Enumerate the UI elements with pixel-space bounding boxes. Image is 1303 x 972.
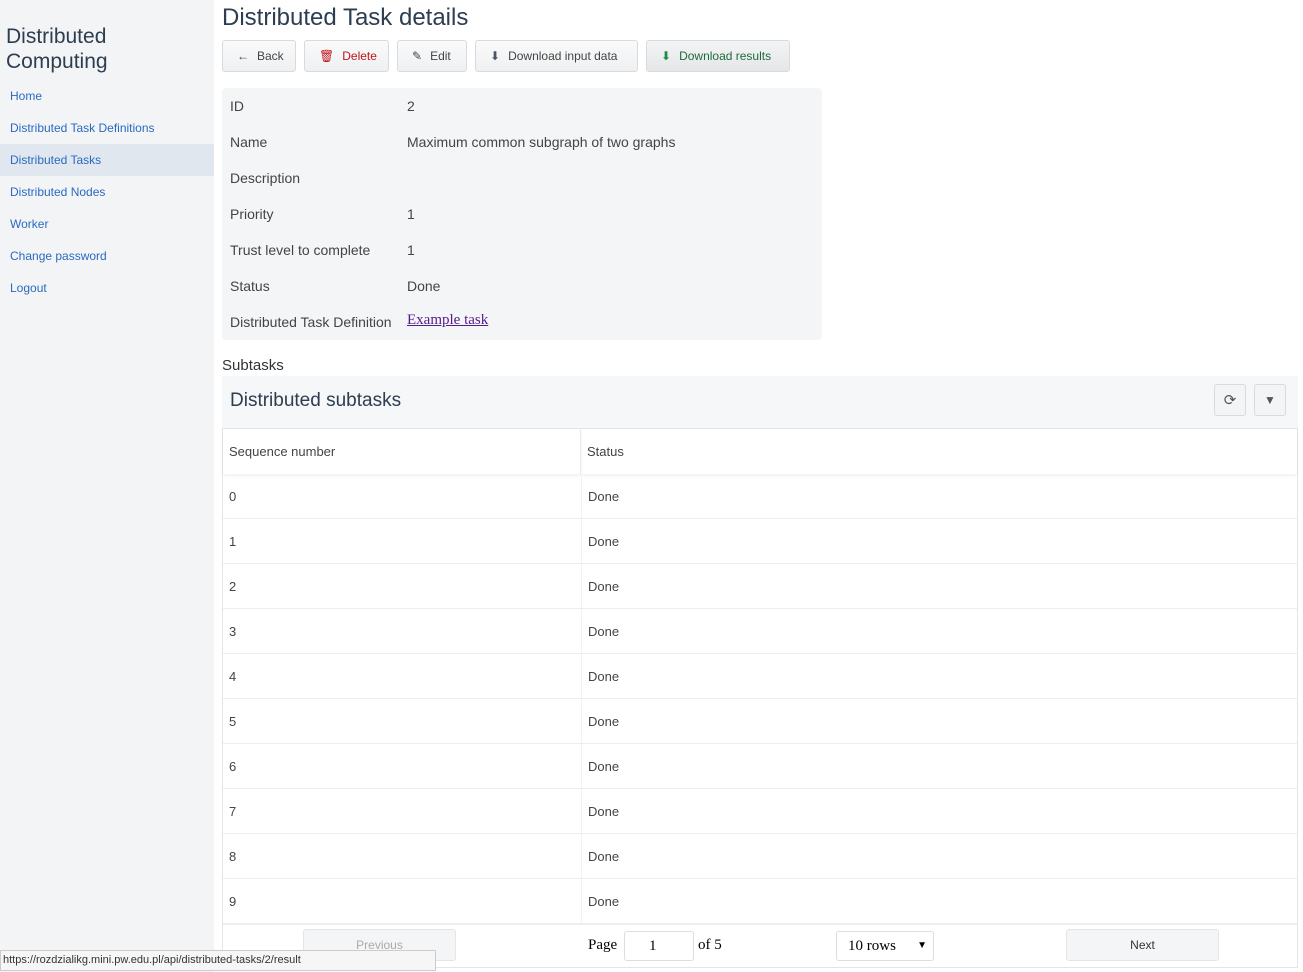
download-input-label: Download input data [508,49,618,63]
table-row[interactable]: 1 Done [223,519,1297,564]
status-bar-url: https://rozdzialikg.mini.pw.edu.pl/api/d… [0,950,436,971]
detail-row-status: Status Done [230,278,440,294]
cell-status: Done [581,564,619,608]
cell-sequence: 9 [229,894,237,909]
sidebar-item-task-definitions[interactable]: Distributed Task Definitions [0,112,214,144]
table-row[interactable]: 4 Done [223,654,1297,699]
page-label: Page [588,937,618,953]
cell-sequence: 4 [229,669,237,684]
table-row[interactable]: 6 Done [223,744,1297,789]
trash-icon: 🗑 [319,49,335,63]
panel-title: Distributed subtasks [230,390,402,411]
sidebar: Distributed Computing Home Distributed T… [0,0,214,972]
filter-button[interactable]: ▼ [1254,384,1286,416]
arrow-left-icon: ← [237,49,249,63]
sidebar-item-worker[interactable]: Worker [0,208,214,240]
table-row[interactable]: 2 Done [223,564,1297,609]
edit-button[interactable]: ✎ Edit [397,40,467,72]
edit-label: Edit [430,49,451,63]
download-input-button[interactable]: ⬇ Download input data [475,40,638,72]
cell-status: Done [581,879,619,923]
refresh-icon: ⟳ [1223,392,1237,409]
cell-status: Done [581,474,619,518]
page-count: of 5 [698,937,722,953]
detail-label: ID [230,98,244,114]
sidebar-item-change-password[interactable]: Change password [0,240,214,272]
table-row[interactable]: 8 Done [223,834,1297,879]
cell-sequence: 0 [229,489,237,504]
download-results-label: Download results [679,49,772,63]
detail-label: Description [230,170,301,186]
page-input[interactable]: 1 [624,931,694,961]
cell-status: Done [581,744,619,788]
cell-status: Done [581,609,619,653]
cell-sequence: 2 [229,579,237,594]
subtasks-label: Subtasks [222,357,284,374]
refresh-button[interactable]: ⟳ [1214,384,1246,416]
sidebar-item-logout[interactable]: Logout [0,272,214,304]
delete-label: Delete [342,49,377,63]
detail-label: Distributed Task Definition [230,314,392,330]
download-circle-icon: ⬇ [661,49,672,63]
table-row[interactable]: 9 Done [223,879,1297,924]
task-details: ID 2 Name Maximum common subgraph of two g… [222,88,822,340]
cell-sequence: 3 [229,624,237,639]
table-row[interactable]: 7 Done [223,789,1297,834]
rows-select[interactable]: 10 rows ▼ [836,931,934,961]
detail-label: Status [230,278,270,294]
page-title: Distributed Task details [222,4,469,31]
cell-sequence: 5 [229,714,237,729]
back-button[interactable]: ← Back [222,40,296,72]
delete-button[interactable]: 🗑 Delete [304,40,389,72]
cell-sequence: 1 [229,534,237,549]
detail-row-task-definition: Distributed Task Definition Example task [230,312,488,330]
detail-row-name: Name Maximum common subgraph of two graph… [230,134,675,150]
table-row[interactable]: 0 Done [223,474,1297,519]
caret-down-icon: ▼ [917,940,927,951]
cell-sequence: 8 [229,849,237,864]
detail-value: 1 [407,206,415,222]
detail-label: Priority [230,206,274,222]
cell-status: Done [581,654,619,698]
table-row[interactable]: 3 Done [223,609,1297,654]
rows-select-value: 10 rows [848,938,896,954]
cell-status: Done [581,789,619,833]
detail-label: Trust level to complete [230,242,371,258]
detail-value: 2 [407,98,415,114]
detail-label: Name [230,134,268,150]
detail-value: Done [407,278,441,294]
detail-row-id: ID 2 [230,98,415,114]
cell-sequence: 6 [229,759,237,774]
subtasks-table: Sequence number Status 0 Done 1 Done 2 Done 3 D… [222,428,1298,968]
next-button[interactable]: Next [1066,929,1219,961]
detail-value: 1 [407,242,415,258]
cell-status: Done [581,699,619,743]
column-header-status[interactable]: Status [581,429,1297,474]
detail-value: Maximum common subgraph of two graphs [407,134,676,150]
cell-status: Done [581,834,619,878]
task-definition-link[interactable]: Example task [407,312,488,329]
pencil-icon: ✎ [412,49,423,63]
cell-sequence: 7 [229,804,237,819]
sidebar-item-distributed-tasks[interactable]: Distributed Tasks [0,144,214,176]
filter-icon: ▼ [1264,393,1276,407]
sidebar-item-home[interactable]: Home [0,80,214,112]
cell-status: Done [581,519,619,563]
back-label: Back [257,49,284,63]
detail-row-priority: Priority 1 [230,206,415,222]
sidebar-item-distributed-nodes[interactable]: Distributed Nodes [0,176,214,208]
brand-title: Distributed Computing [6,25,108,73]
table-row[interactable]: 5 Done [223,699,1297,744]
download-results-button[interactable]: ⬇ Download results [646,40,790,72]
detail-row-trust-level: Trust level to complete 1 [230,242,415,258]
column-header-sequence[interactable]: Sequence number [223,429,581,474]
download-circle-icon: ⬇ [490,49,501,63]
subtasks-panel-header: Distributed subtasks ⟳ ▼ [222,376,1298,428]
detail-row-description: Description [230,170,300,186]
